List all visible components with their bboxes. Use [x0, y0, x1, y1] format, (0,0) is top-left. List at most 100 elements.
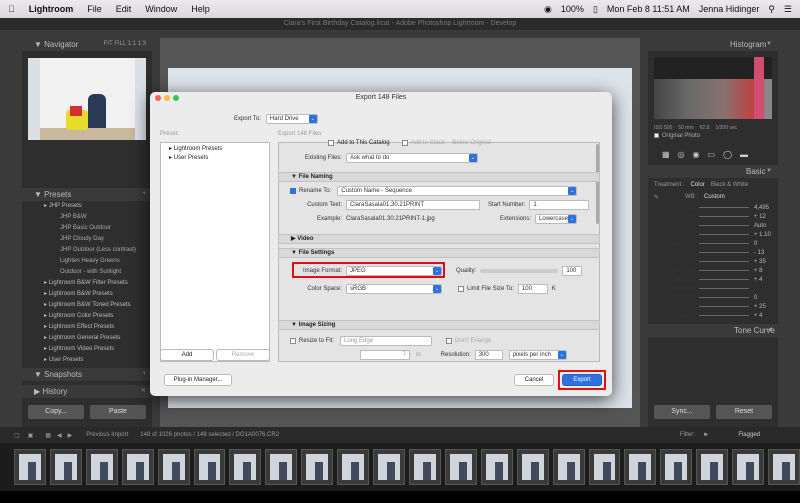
menu-window[interactable]: Window: [145, 4, 177, 14]
menu-help[interactable]: Help: [191, 4, 210, 14]
limit-size-input[interactable]: 100: [517, 284, 548, 294]
brush-tool-icon[interactable]: ▬: [740, 150, 748, 159]
tree-user-presets[interactable]: ▸ User Presets: [161, 154, 269, 161]
slider-value[interactable]: + 25: [754, 304, 772, 310]
slider-track[interactable]: [699, 243, 749, 245]
reset-button[interactable]: Reset: [716, 405, 772, 419]
quality-slider[interactable]: [480, 269, 559, 273]
original-photo-checkbox[interactable]: [654, 133, 659, 138]
slider-track[interactable]: [699, 261, 749, 263]
wb-select[interactable]: Custom: [704, 194, 725, 201]
redeye-tool-icon[interactable]: ◉: [693, 150, 700, 159]
filmstrip-thumbnail[interactable]: [85, 449, 118, 485]
filmstrip-thumbnail[interactable]: [49, 449, 82, 485]
search-icon[interactable]: ⚲: [768, 4, 775, 15]
zoom-window-icon[interactable]: [173, 95, 179, 101]
slider-row[interactable]: Tint + 12: [648, 212, 778, 221]
limit-size-checkbox[interactable]: [458, 286, 464, 292]
filmstrip-thumbnail[interactable]: [696, 449, 729, 485]
app-menu[interactable]: Lightroom: [29, 4, 74, 14]
filmstrip-thumbnail[interactable]: [588, 449, 621, 485]
image-sizing-section[interactable]: ▼ Image Sizing: [278, 320, 600, 330]
existing-files-select[interactable]: Ask what to do ⌄: [346, 153, 478, 163]
preset-item[interactable]: ▸ Lightroom General Presets: [22, 333, 152, 344]
original-photo-toggle[interactable]: Original Photo: [648, 131, 778, 141]
previous-import[interactable]: Previous Import: [86, 432, 128, 438]
crop-tool-icon[interactable]: ▦: [662, 150, 670, 159]
presets-header[interactable]: ▼ Presets +: [22, 188, 152, 201]
slider-row[interactable]: Vibrance + 25: [648, 302, 778, 311]
filter-select[interactable]: Flagged: [738, 432, 760, 438]
treatment-color[interactable]: Color: [690, 182, 704, 188]
filmstrip-thumbnail[interactable]: [552, 449, 585, 485]
slider-value[interactable]: + 8: [754, 268, 772, 274]
plugin-manager-button[interactable]: Plug-in Manager...: [164, 374, 232, 386]
preset-item[interactable]: JHP B&W: [22, 212, 152, 223]
menu-edit[interactable]: Edit: [116, 4, 132, 14]
filmstrip-thumbnail[interactable]: [229, 449, 262, 485]
filmstrip-thumbnail[interactable]: [121, 449, 154, 485]
add-catalog-checkbox[interactable]: [328, 140, 334, 146]
add-preset-button[interactable]: Add: [160, 349, 214, 361]
graduated-filter-icon[interactable]: ▭: [708, 150, 716, 159]
preset-item[interactable]: ▸ Lightroom Video Presets: [22, 344, 152, 355]
filmstrip-thumbnail[interactable]: [157, 449, 190, 485]
filmstrip-thumbnail[interactable]: [480, 449, 513, 485]
add-preset-icon[interactable]: +: [142, 188, 146, 201]
filmstrip-thumbnail[interactable]: [768, 449, 800, 485]
back-icon[interactable]: ◀: [57, 432, 62, 439]
scrollbar[interactable]: [596, 144, 599, 224]
add-stack-checkbox[interactable]: [401, 140, 408, 146]
custom-text-input[interactable]: ClaraSasala01.30.21PRINT: [346, 200, 480, 210]
close-window-icon[interactable]: [155, 95, 161, 101]
basic-header[interactable]: Basic ▼: [648, 165, 778, 179]
slider-track[interactable]: [699, 270, 749, 272]
spot-tool-icon[interactable]: ◎: [678, 150, 685, 159]
slider-row[interactable]: Saturation + 4: [648, 311, 778, 320]
filmstrip-thumbnail[interactable]: [444, 449, 477, 485]
preset-item[interactable]: JHP Outdoor (Less contrast): [22, 245, 152, 256]
preset-item[interactable]: JHP Basic Outdoor: [22, 223, 152, 234]
preset-item[interactable]: Outdoor - with Sunlight: [22, 267, 152, 278]
filmstrip-thumbnail[interactable]: [624, 449, 657, 485]
tree-lightroom-presets[interactable]: ▸ Lightroom Presets: [161, 143, 269, 154]
filmstrip-thumbnail[interactable]: [301, 449, 334, 485]
battery-text[interactable]: 100%: [561, 4, 584, 14]
slider-value[interactable]: - 13: [754, 250, 772, 256]
slider-track[interactable]: [699, 306, 749, 308]
slider-value[interactable]: + 35: [754, 259, 772, 265]
flag-icon[interactable]: ⚑: [703, 432, 708, 439]
apple-menu-icon[interactable]: : [8, 4, 15, 14]
history-header[interactable]: ▶ History ✕: [22, 385, 152, 398]
file-naming-section[interactable]: ▼ File Naming: [278, 172, 600, 182]
cancel-button[interactable]: Cancel: [514, 374, 554, 386]
preset-item[interactable]: ▸ Lightroom Effect Presets: [22, 322, 152, 333]
paste-button[interactable]: Paste: [90, 405, 146, 419]
filmstrip-thumbnail[interactable]: [373, 449, 405, 485]
preset-item[interactable]: ▸ Lightroom Color Presets: [22, 311, 152, 322]
preset-item[interactable]: Lighten Heavy Greens: [22, 256, 152, 267]
clear-history-icon[interactable]: ✕: [141, 385, 146, 398]
remove-preset-button[interactable]: Remove: [216, 349, 270, 361]
slider-row[interactable]: Blacks + 4: [648, 275, 778, 284]
slider-value[interactable]: + 12: [754, 214, 772, 220]
quality-input[interactable]: 100: [562, 266, 583, 276]
user-name[interactable]: Jenna Hidinger: [699, 4, 760, 14]
radial-filter-icon[interactable]: ◯: [723, 150, 732, 159]
slider-value[interactable]: Auto: [754, 223, 772, 229]
slider-row[interactable]: Presence: [648, 284, 778, 293]
export-to-select[interactable]: Hard Drive ⌄: [265, 114, 318, 124]
file-settings-section[interactable]: ▼ File Settings: [278, 248, 600, 258]
filmstrip-thumbnail[interactable]: [265, 449, 298, 485]
slider-value[interactable]: 4,495: [754, 205, 772, 211]
copy-button[interactable]: Copy...: [28, 405, 84, 419]
slider-track[interactable]: [699, 288, 749, 290]
preset-item[interactable]: ▸ JHP Presets: [22, 201, 152, 212]
menu-list-icon[interactable]: ☰: [784, 4, 792, 15]
slider-track[interactable]: [699, 297, 749, 299]
forward-icon[interactable]: ▶: [68, 432, 73, 439]
tone-curve-header[interactable]: Tone Curve ◀: [648, 324, 778, 338]
preset-item[interactable]: ▸ Lightroom B&W Filter Presets: [22, 278, 152, 289]
width-input[interactable]: 7: [360, 350, 410, 360]
start-number-input[interactable]: 1: [529, 200, 590, 210]
